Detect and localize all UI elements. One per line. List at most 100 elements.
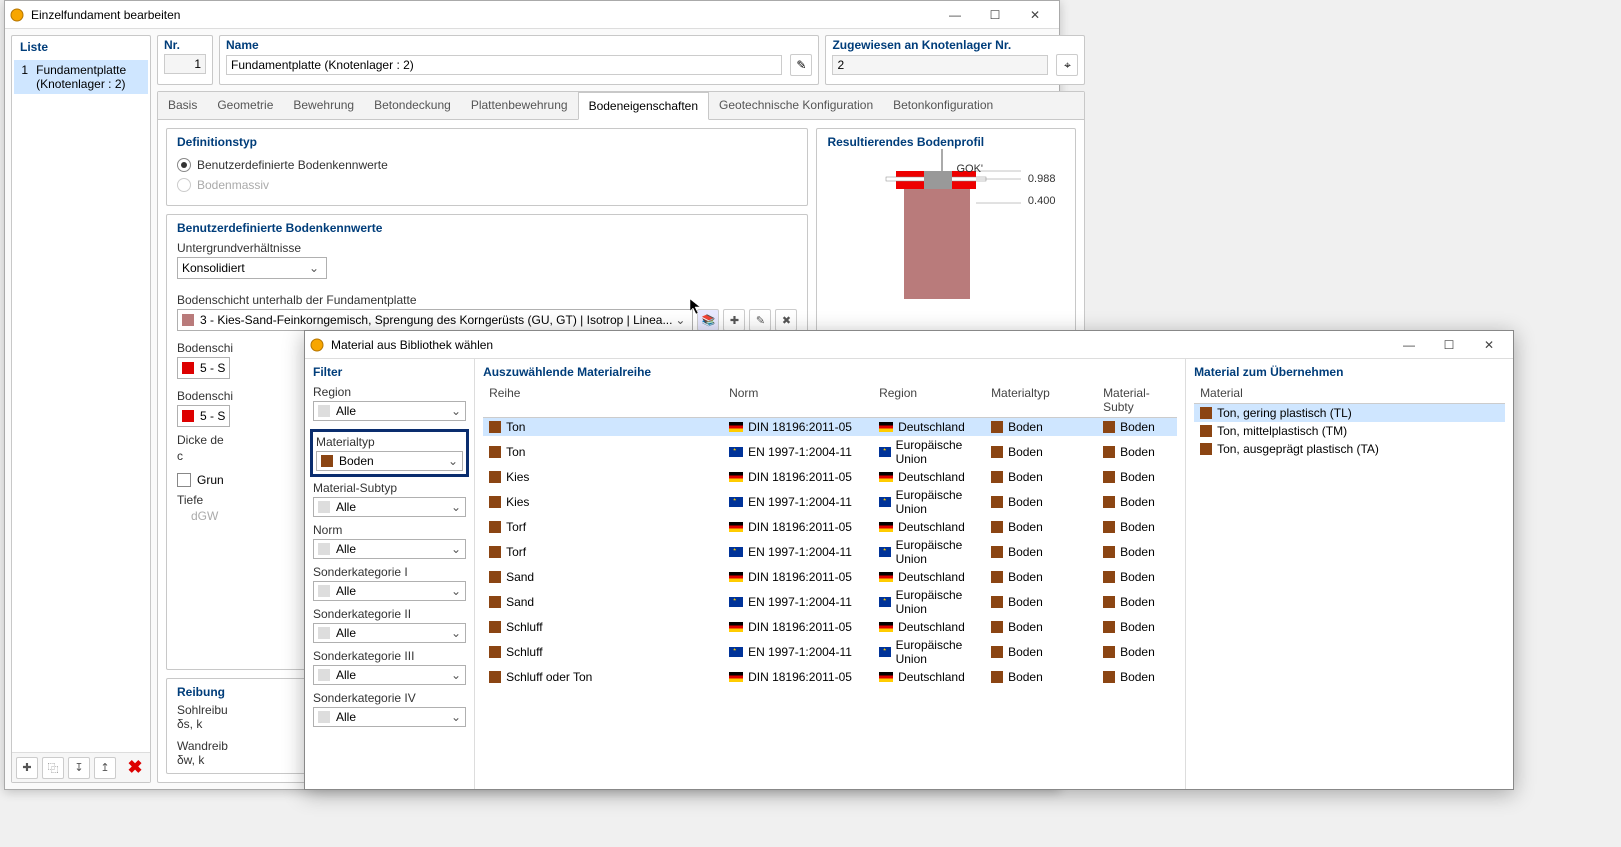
take-column-header[interactable]: Material <box>1194 383 1505 404</box>
layer-below-combo[interactable]: 3 - Kies-Sand-Feinkorngemisch, Sprengung… <box>177 309 693 331</box>
name-input[interactable] <box>226 55 782 75</box>
tab-bodeneigenschaften[interactable]: Bodeneigenschaften <box>578 92 709 120</box>
color-swatch <box>182 410 194 422</box>
swatch-icon <box>318 669 330 681</box>
radio-custom-soil[interactable]: Benutzerdefinierte Bodenkennwerte <box>177 155 797 175</box>
filter-subtype-combo[interactable]: Alle ⌄ <box>313 497 466 517</box>
new-item-button[interactable]: ✚ <box>16 757 38 779</box>
edit-layer-button[interactable]: ✎ <box>749 309 771 331</box>
assign-input[interactable] <box>832 55 1048 75</box>
tab-geometrie[interactable]: Geometrie <box>207 92 283 119</box>
material-row[interactable]: SandEN 1997-1:2004-11Europäische UnionBo… <box>483 586 1177 618</box>
col-norm[interactable]: Norm <box>723 383 873 417</box>
material-row[interactable]: TorfDIN 18196:2011-05DeutschlandBodenBod… <box>483 518 1177 536</box>
tab-betondeckung[interactable]: Betondeckung <box>364 92 461 119</box>
list-item-label: Fundamentplatte (Knotenlager : 2) <box>36 63 142 91</box>
swatch-icon <box>318 585 330 597</box>
highlighted-filter: Materialtyp Boden ⌄ <box>310 429 469 477</box>
material-row[interactable]: TonEN 1997-1:2004-11Europäische UnionBod… <box>483 436 1177 468</box>
tab-betonkonfiguration[interactable]: Betonkonfiguration <box>883 92 1003 119</box>
layer-side-combo-2[interactable]: 5 - S <box>177 405 230 427</box>
library-button[interactable]: 📚 <box>697 309 719 331</box>
filter-sk3-combo[interactable]: Alle ⌄ <box>313 665 466 685</box>
name-label: Name <box>226 38 812 54</box>
material-take-pane: Material zum Übernehmen Material Ton, ge… <box>1185 359 1513 789</box>
modal-minimize-button[interactable]: — <box>1389 333 1429 357</box>
chevron-down-icon: ⌄ <box>451 710 461 724</box>
pick-node-button[interactable]: ⌖ <box>1056 54 1078 76</box>
sort-asc-button[interactable]: ↧ <box>68 757 90 779</box>
tab-geotechnische-konfiguration[interactable]: Geotechnische Konfiguration <box>709 92 883 119</box>
series-header: Auszuwählende Materialreihe <box>483 365 1177 379</box>
col-reihe[interactable]: Reihe <box>483 383 723 417</box>
take-material-row[interactable]: Ton, ausgeprägt plastisch (TA) <box>1194 440 1505 458</box>
material-row[interactable]: TonDIN 18196:2011-05DeutschlandBodenBode… <box>483 418 1177 436</box>
nr-input[interactable] <box>164 54 206 74</box>
material-row[interactable]: SchluffEN 1997-1:2004-11Europäische Unio… <box>483 636 1177 668</box>
filter-sk4-combo[interactable]: Alle ⌄ <box>313 707 466 727</box>
chevron-down-icon: ⌄ <box>448 454 458 468</box>
layer-below-label: Bodenschicht unterhalb der Fundamentplat… <box>177 293 797 307</box>
close-button[interactable]: ✕ <box>1015 3 1055 27</box>
main-titlebar: Einzelfundament bearbeiten — ☐ ✕ <box>5 1 1059 29</box>
radio-soil-massif[interactable]: Bodenmassiv <box>177 175 797 195</box>
window-title: Einzelfundament bearbeiten <box>31 8 935 22</box>
color-swatch <box>182 314 194 326</box>
filter-norm-label: Norm <box>313 523 466 537</box>
take-material-row[interactable]: Ton, mittelplastisch (TM) <box>1194 422 1505 440</box>
col-mtyp[interactable]: Materialtyp <box>985 383 1097 417</box>
filter-sk2-combo[interactable]: Alle ⌄ <box>313 623 466 643</box>
tab-strip: BasisGeometrieBewehrungBetondeckungPlatt… <box>158 92 1084 120</box>
col-msub[interactable]: Material-Subty <box>1097 383 1177 417</box>
checkbox-icon[interactable] <box>177 473 191 487</box>
material-series-pane: Auszuwählende Materialreihe Reihe Norm R… <box>475 359 1185 789</box>
sort-desc-button[interactable]: ↥ <box>94 757 116 779</box>
swatch-icon <box>318 627 330 639</box>
tab-basis[interactable]: Basis <box>158 92 207 119</box>
filter-sk2-label: Sonderkategorie II <box>313 607 466 621</box>
filter-sk4-label: Sonderkategorie IV <box>313 691 466 705</box>
radio-label: Bodenmassiv <box>197 178 269 192</box>
filter-materialtype-combo[interactable]: Boden ⌄ <box>316 451 463 471</box>
minimize-button[interactable]: — <box>935 3 975 27</box>
nr-field: Nr. <box>157 35 213 85</box>
grid-header-row: Reihe Norm Region Materialtyp Material-S… <box>483 383 1177 418</box>
list-item[interactable]: 1 Fundamentplatte (Knotenlager : 2) <box>14 60 148 94</box>
remove-layer-button[interactable]: ✖ <box>775 309 797 331</box>
swatch-icon <box>318 711 330 723</box>
new-layer-button[interactable]: ✚ <box>723 309 745 331</box>
col-region[interactable]: Region <box>873 383 985 417</box>
modal-close-button[interactable]: ✕ <box>1469 333 1509 357</box>
maximize-button[interactable]: ☐ <box>975 3 1015 27</box>
filter-region-combo[interactable]: Alle ⌄ <box>313 401 466 421</box>
material-row[interactable]: SchluffDIN 18196:2011-05DeutschlandBoden… <box>483 618 1177 636</box>
material-row[interactable]: Schluff oder TonDIN 18196:2011-05Deutsch… <box>483 668 1177 686</box>
take-material-row[interactable]: Ton, gering plastisch (TL) <box>1194 404 1505 422</box>
copy-item-button[interactable]: ⿻ <box>42 757 64 779</box>
list-panel: Liste 1 Fundamentplatte (Knotenlager : 2… <box>11 35 151 783</box>
material-row[interactable]: KiesEN 1997-1:2004-11Europäische UnionBo… <box>483 486 1177 518</box>
tab-plattenbewehrung[interactable]: Plattenbewehrung <box>461 92 578 119</box>
tab-bewehrung[interactable]: Bewehrung <box>283 92 364 119</box>
radio-icon <box>177 158 191 172</box>
filter-sk1-combo[interactable]: Alle ⌄ <box>313 581 466 601</box>
chevron-down-icon: ⌄ <box>451 542 461 556</box>
app-icon <box>9 7 25 23</box>
material-row[interactable]: SandDIN 18196:2011-05DeutschlandBodenBod… <box>483 568 1177 586</box>
modal-maximize-button[interactable]: ☐ <box>1429 333 1469 357</box>
subsoil-conditions-combo[interactable]: Konsolidiert ⌄ <box>177 257 327 279</box>
material-grid: Reihe Norm Region Materialtyp Material-S… <box>483 383 1177 783</box>
chevron-down-icon: ⌄ <box>306 261 322 275</box>
layer-side-combo-1[interactable]: 5 - S <box>177 357 230 379</box>
material-row[interactable]: KiesDIN 18196:2011-05DeutschlandBodenBod… <box>483 468 1177 486</box>
subsoil-conditions-label: Untergrundverhältnisse <box>177 241 797 255</box>
filter-materialtype-label: Materialtyp <box>316 435 463 449</box>
edit-name-button[interactable]: ✎ <box>790 54 812 76</box>
filter-norm-combo[interactable]: Alle ⌄ <box>313 539 466 559</box>
chevron-down-icon: ⌄ <box>672 313 688 327</box>
filter-region-label: Region <box>313 385 466 399</box>
delete-item-button[interactable]: ✖ <box>124 757 146 779</box>
filter-sk3-label: Sonderkategorie III <box>313 649 466 663</box>
color-swatch <box>182 362 194 374</box>
material-row[interactable]: TorfEN 1997-1:2004-11Europäische UnionBo… <box>483 536 1177 568</box>
